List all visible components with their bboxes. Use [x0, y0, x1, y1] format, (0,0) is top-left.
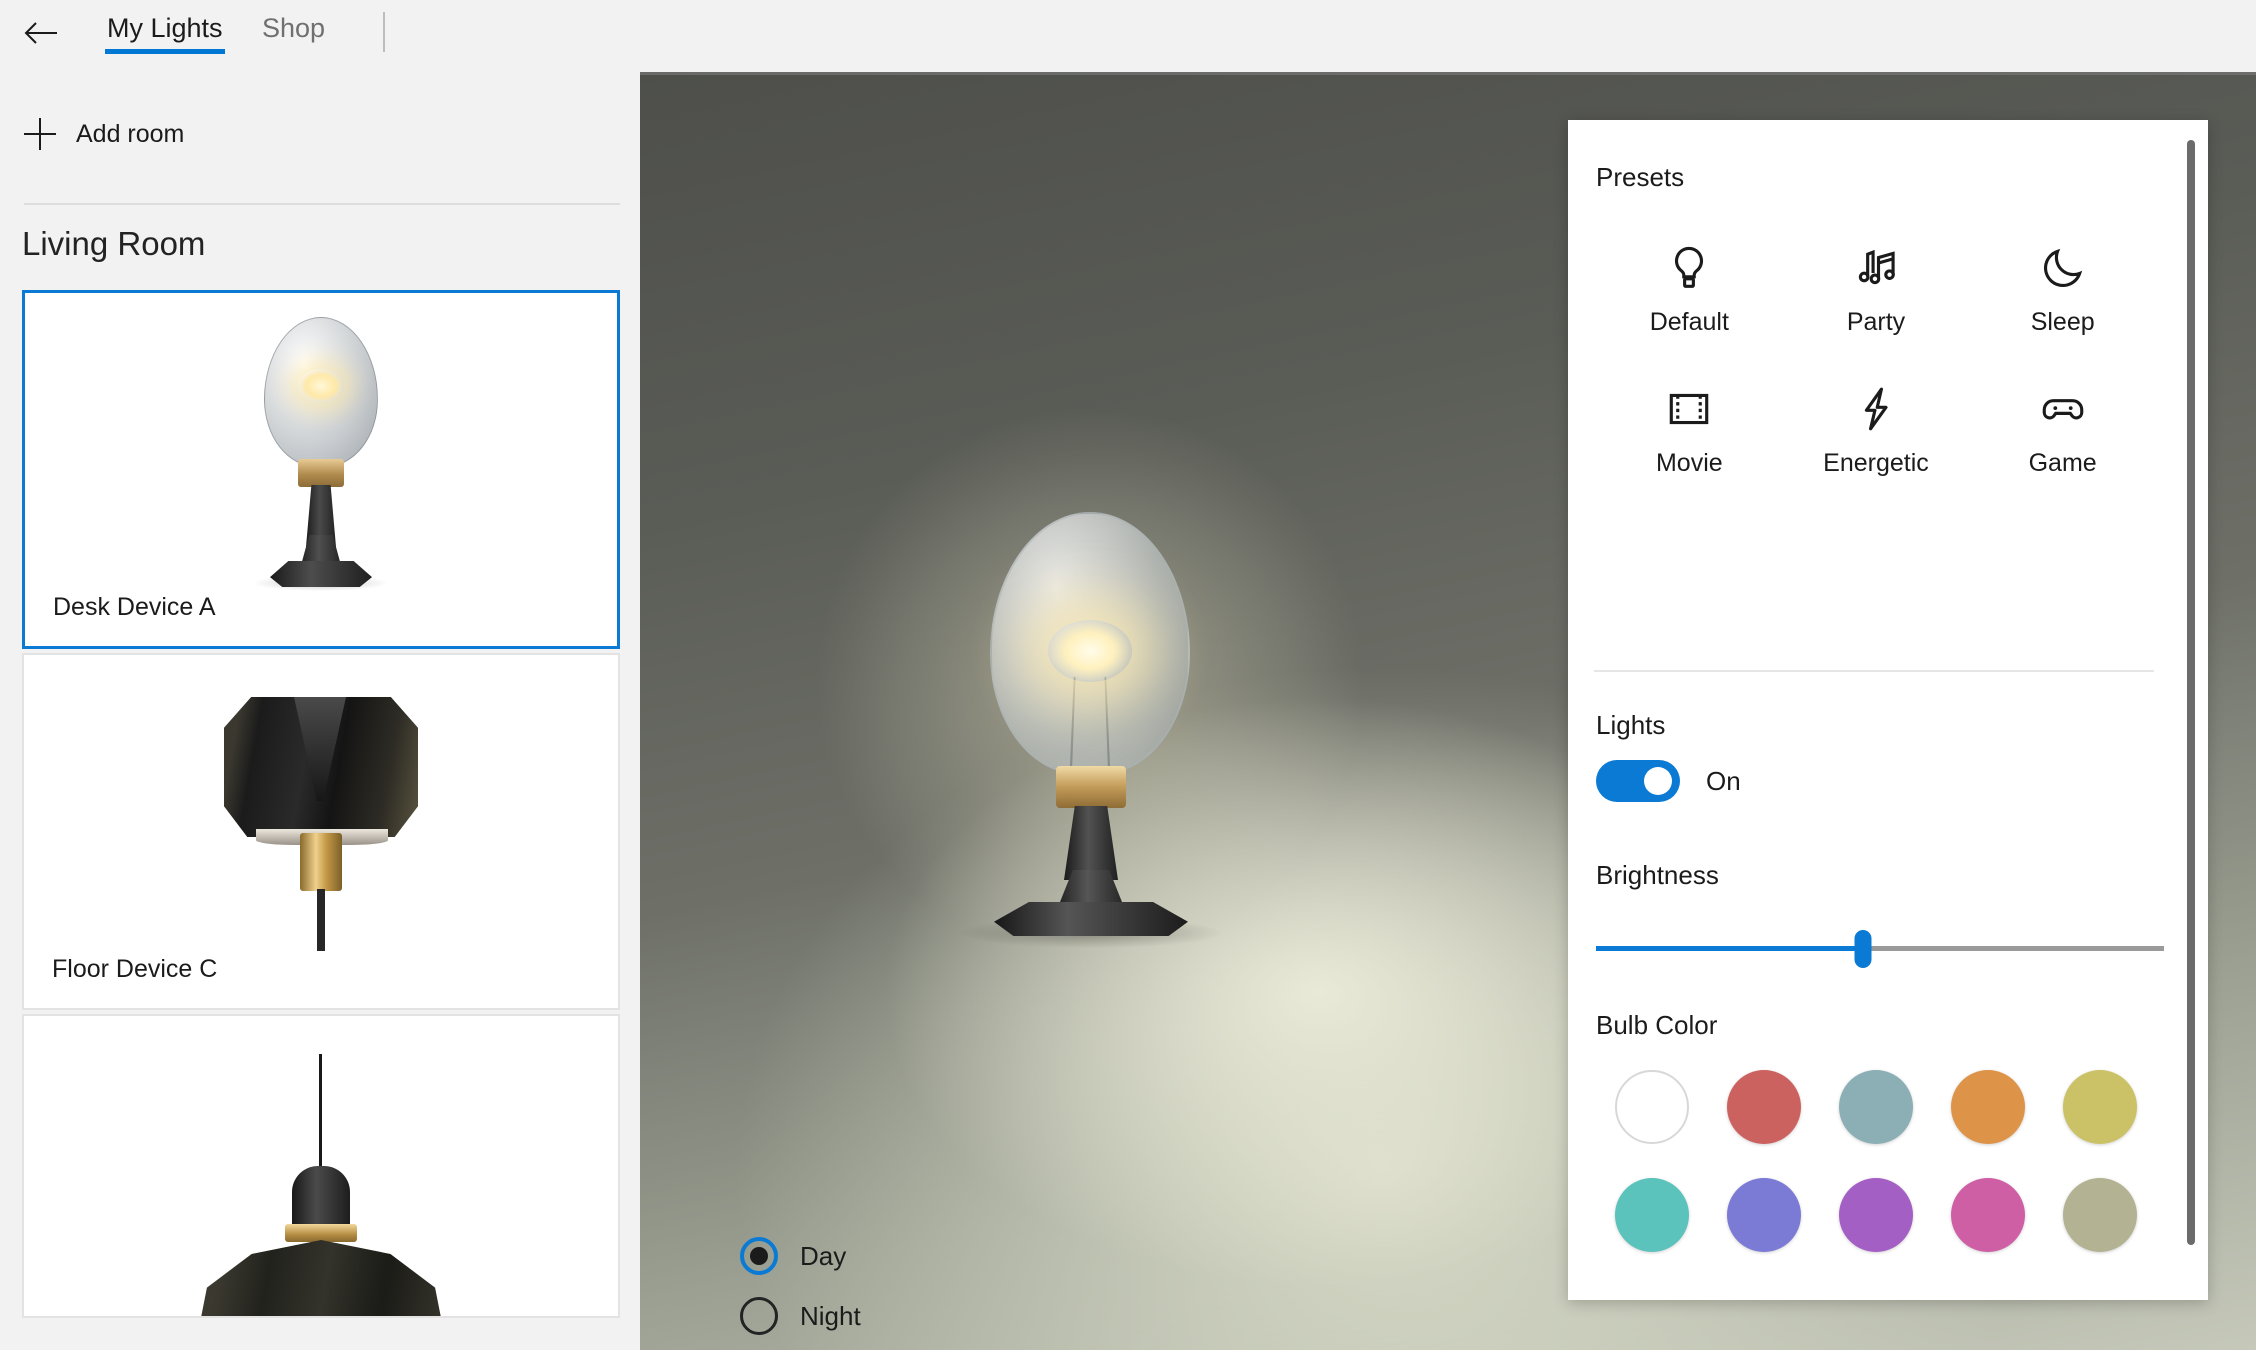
swatch-red[interactable] [1727, 1070, 1801, 1144]
arrow-left-icon [24, 20, 58, 51]
panel-divider [1594, 670, 2154, 672]
panel-scrollbar[interactable] [2187, 140, 2195, 1245]
slider-thumb[interactable] [1854, 930, 1871, 968]
device-name: Floor Device C [24, 955, 618, 1008]
app-header: My Lights Shop [0, 0, 640, 72]
swatch-pink[interactable] [1951, 1178, 2025, 1252]
preset-sleep[interactable]: Sleep [1969, 240, 2156, 337]
device-card-pendant[interactable] [22, 1014, 620, 1318]
swatch-turquoise[interactable] [1615, 1178, 1689, 1252]
tab-my-lights[interactable]: My Lights [105, 9, 225, 54]
lights-toggle[interactable] [1596, 760, 1680, 802]
preset-label: Energetic [1823, 449, 1929, 478]
hero-bulb-preview [960, 512, 1220, 932]
radio-night[interactable]: Night [740, 1297, 861, 1335]
bulb-color-label: Bulb Color [1596, 1010, 1717, 1041]
preset-movie[interactable]: Movie [1596, 381, 1783, 478]
radio-mark-day [740, 1237, 778, 1275]
brightness-slider[interactable] [1596, 928, 2164, 968]
preset-label: Sleep [2031, 308, 2095, 337]
lights-state-label: On [1706, 766, 1741, 797]
floor-sconce-lamp-icon [216, 683, 426, 955]
brightness-label: Brightness [1596, 860, 1719, 891]
swatch-yellow[interactable] [2063, 1070, 2137, 1144]
desk-bulb-lamp-icon [236, 309, 406, 587]
radio-mark-night [740, 1297, 778, 1335]
pendant-lamp-icon [171, 1054, 471, 1316]
device-name: Desk Device A [25, 593, 617, 646]
device-card-desk-device-a[interactable]: Desk Device A [22, 290, 620, 649]
preset-energetic[interactable]: Energetic [1783, 381, 1970, 478]
preset-party[interactable]: Party [1783, 240, 1970, 337]
radio-day[interactable]: Day [740, 1237, 861, 1275]
radio-label-day: Day [800, 1241, 846, 1272]
swatch-white[interactable] [1615, 1070, 1689, 1144]
swatch-sage[interactable] [2063, 1178, 2137, 1252]
swatch-periwinkle[interactable] [1727, 1178, 1801, 1252]
plus-icon [24, 118, 56, 150]
preset-label: Default [1650, 308, 1729, 337]
slider-fill [1596, 946, 1863, 951]
gamepad-icon [2038, 381, 2088, 437]
music-notes-icon [1851, 240, 1901, 296]
smart-lights-app: My Lights Shop Add room Living Room Desk… [0, 0, 2256, 1350]
swatch-steel-blue[interactable] [1839, 1070, 1913, 1144]
device-thumbnail [25, 293, 617, 593]
tab-separator [383, 12, 385, 52]
swatch-purple[interactable] [1839, 1178, 1913, 1252]
preset-label: Game [2029, 449, 2097, 478]
device-card-floor-device-c[interactable]: Floor Device C [22, 653, 620, 1010]
bulb-color-swatches [1596, 1070, 2156, 1252]
room-title: Living Room [22, 225, 205, 263]
device-thumbnail [24, 655, 618, 955]
tab-shop[interactable]: Shop [260, 9, 327, 54]
lights-toggle-row: On [1596, 760, 1741, 802]
mode-radio-group: Day Night [740, 1237, 861, 1350]
add-room-button[interactable]: Add room [24, 110, 184, 158]
sidebar-divider [24, 203, 620, 205]
presets-heading: Presets [1596, 162, 1684, 193]
device-thumbnail [24, 1016, 618, 1316]
film-frame-icon [1664, 381, 1714, 437]
presets-grid: Default Party [1596, 240, 2156, 478]
moon-icon [2038, 240, 2088, 296]
preset-default[interactable]: Default [1596, 240, 1783, 337]
toggle-knob [1644, 767, 1672, 795]
back-button[interactable] [14, 8, 68, 62]
swatch-orange[interactable] [1951, 1070, 2025, 1144]
preset-game[interactable]: Game [1969, 381, 2156, 478]
device-list: Desk Device A Floor Device C [22, 290, 620, 1322]
preset-label: Party [1847, 308, 1905, 337]
lightning-bolt-icon [1851, 381, 1901, 437]
lights-label: Lights [1596, 710, 1665, 741]
lightbulb-icon [1664, 240, 1714, 296]
radio-label-night: Night [800, 1301, 861, 1332]
preset-label: Movie [1656, 449, 1723, 478]
stage-top-edge [640, 72, 2256, 75]
add-room-label: Add room [76, 120, 184, 149]
control-panel: Presets Default [1568, 120, 2208, 1300]
